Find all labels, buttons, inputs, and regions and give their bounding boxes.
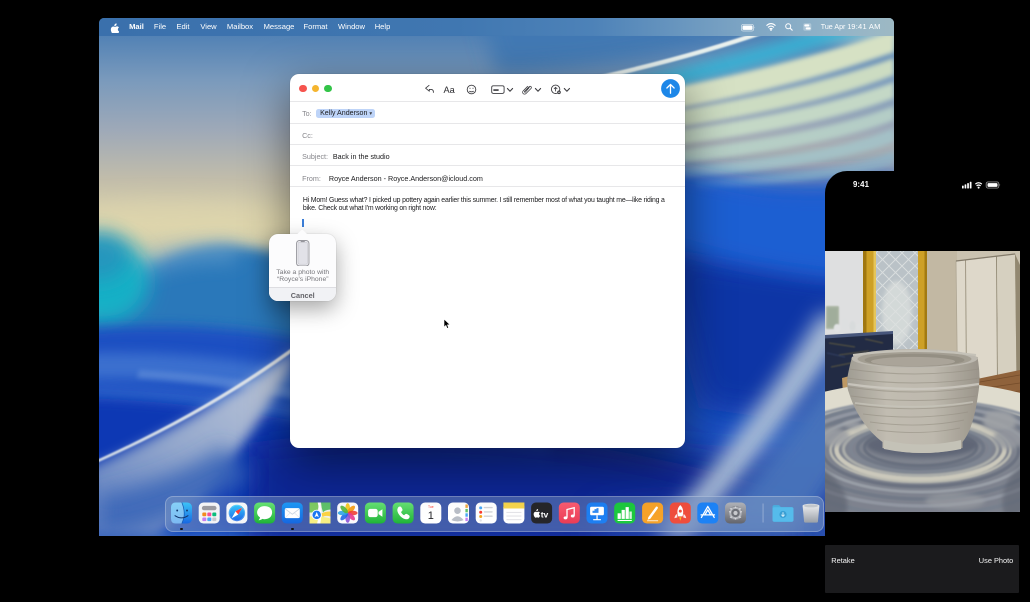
svg-text:Tue: Tue (428, 505, 434, 509)
svg-text:tv: tv (541, 509, 549, 519)
svg-text:1: 1 (428, 510, 434, 522)
svg-text:Aa: Aa (444, 84, 456, 94)
